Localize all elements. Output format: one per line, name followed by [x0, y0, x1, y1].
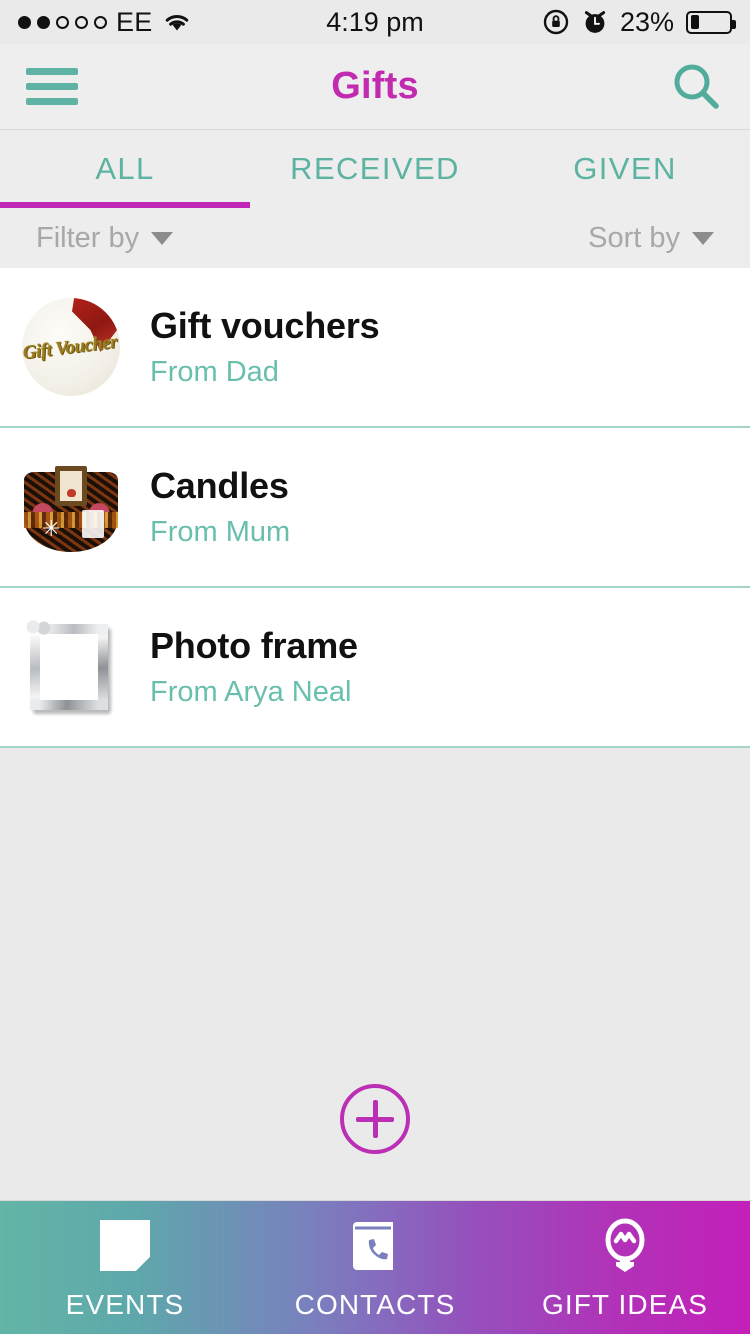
page-title: Gifts — [331, 65, 419, 107]
list-item-text: Candles From Mum — [150, 465, 290, 549]
active-tab-indicator — [0, 202, 250, 208]
signal-strength-icon — [18, 15, 107, 29]
gift-title: Gift vouchers — [150, 305, 380, 346]
bottom-nav-label: EVENTS — [65, 1288, 185, 1320]
filter-by-dropdown[interactable]: Filter by — [36, 221, 174, 255]
alarm-clock-icon — [582, 8, 608, 36]
empty-content-area — [0, 748, 750, 1200]
calendar-icon: 8 — [95, 1215, 155, 1277]
list-item-text: Photo frame From Arya Neal — [150, 625, 358, 709]
filter-sort-row: Filter by Sort by — [0, 208, 750, 268]
list-item[interactable]: Gift Voucher Gift vouchers From Dad — [0, 268, 750, 428]
status-bar-right: 23% — [542, 6, 736, 38]
phone-book-icon — [347, 1215, 403, 1277]
sort-by-label: Sort by — [588, 221, 680, 254]
search-icon[interactable] — [668, 59, 724, 115]
battery-percentage: 23% — [619, 6, 674, 37]
gift-title: Photo frame — [150, 625, 358, 666]
gift-title: Candles — [150, 465, 289, 506]
candles-hamper-thumbnail: ✳ — [22, 458, 120, 556]
hamburger-menu-icon[interactable] — [26, 68, 78, 105]
tab-received[interactable]: RECEIVED — [250, 130, 500, 208]
chevron-down-icon — [692, 231, 714, 245]
sort-by-dropdown[interactable]: Sort by — [588, 222, 714, 255]
gift-giver: From Mum — [150, 516, 291, 548]
svg-text:8: 8 — [118, 1230, 132, 1258]
gift-list: Gift Voucher Gift vouchers From Dad ✳ Ca… — [0, 268, 750, 748]
add-gift-button[interactable] — [340, 1084, 410, 1154]
app-root: EE 4:19 pm 23% Gifts ALL RECEIVED GIVEN … — [0, 0, 750, 1334]
bottom-nav-item-gift-ideas[interactable]: GIFT IDEAS — [500, 1201, 750, 1334]
carrier-name: EE — [116, 6, 153, 37]
tab-given[interactable]: GIVEN — [500, 130, 750, 208]
rotation-lock-icon — [542, 8, 570, 36]
battery-icon — [686, 10, 736, 34]
tab-bar: ALL RECEIVED GIVEN — [0, 130, 750, 208]
list-item[interactable]: ✳ Candles From Mum — [0, 428, 750, 588]
status-bar: EE 4:19 pm 23% — [0, 0, 750, 44]
bottom-navigation-bar: 8 EVENTS CONTACTS GIFT IDEAS — [0, 1200, 750, 1334]
bottom-nav-label: GIFT IDEAS — [541, 1288, 709, 1320]
bottom-nav-item-events[interactable]: 8 EVENTS — [0, 1201, 250, 1334]
bottom-nav-item-contacts[interactable]: CONTACTS — [250, 1201, 500, 1334]
list-item[interactable]: Photo frame From Arya Neal — [0, 588, 750, 748]
navigation-bar: Gifts — [0, 44, 750, 130]
wifi-icon — [162, 10, 192, 34]
status-bar-left: EE — [18, 7, 192, 38]
tab-all[interactable]: ALL — [0, 130, 250, 208]
lightbulb-icon — [596, 1215, 654, 1277]
gift-giver: From Dad — [150, 356, 279, 388]
gift-voucher-thumbnail: Gift Voucher — [22, 298, 120, 396]
list-item-text: Gift vouchers From Dad — [150, 305, 380, 389]
filter-by-label: Filter by — [36, 221, 140, 254]
gift-giver: From Arya Neal — [150, 676, 352, 708]
voucher-thumbnail-text: Gift Voucher — [22, 331, 119, 364]
bottom-nav-label: CONTACTS — [294, 1288, 456, 1320]
chevron-down-icon — [151, 231, 174, 245]
photo-frame-thumbnail — [22, 618, 120, 716]
